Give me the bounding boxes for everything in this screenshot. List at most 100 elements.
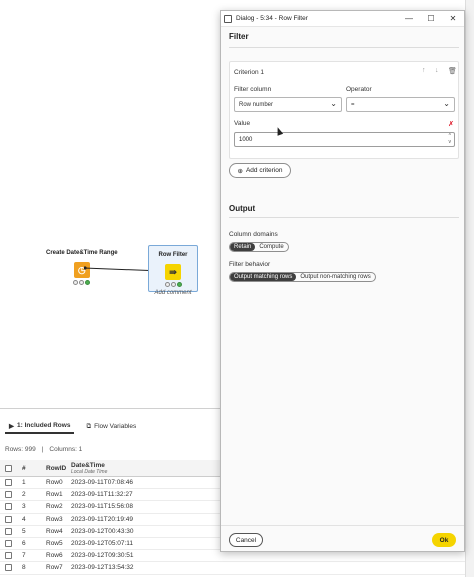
rows-count: Rows: 999 (5, 446, 36, 453)
move-up-icon[interactable]: ↑ (422, 67, 426, 74)
plus-circle-icon: ⊕ (237, 167, 243, 175)
value-label: Value (234, 120, 251, 127)
row-index: 3 (22, 503, 26, 511)
add-criterion-button[interactable]: ⊕ Add criterion (229, 163, 291, 178)
columns-count: Columns: 1 (49, 446, 83, 453)
row-id: Row5 (46, 540, 63, 548)
rowid-header[interactable]: RowID (46, 465, 71, 472)
right-edge-panel (465, 0, 474, 577)
decrement-icon[interactable]: v (449, 139, 452, 145)
row-index: 1 (22, 479, 26, 487)
tab-label: 1: Included Rows (17, 422, 71, 429)
filter-column-label: Filter column (234, 86, 272, 93)
separator: | (41, 446, 44, 453)
row-datetime: 2023-09-12T05:07:11 (71, 540, 134, 548)
row-checkbox[interactable] (5, 491, 12, 499)
row-id: Row7 (46, 564, 63, 572)
criterion-name: Criterion 1 (234, 69, 264, 76)
filter-behavior-label: Filter behavior (229, 261, 271, 268)
ok-button[interactable]: Ok (432, 533, 456, 547)
operator-label: Operator (346, 86, 372, 93)
play-icon: ▶ (9, 422, 14, 430)
reset-icon[interactable]: ✗ (448, 120, 454, 128)
non-matching-rows-option[interactable]: Output non-matching rows (296, 273, 374, 281)
table-row[interactable]: 8 Row7 2023-09-12T13:54:32 (0, 562, 474, 575)
row-id: Row2 (46, 503, 63, 511)
row-datetime: 2023-09-12T00:43:30 (71, 527, 134, 535)
tab-flow-variables[interactable]: ⧉ Flow Variables (82, 419, 140, 434)
select-all-checkbox[interactable] (5, 464, 12, 472)
node-title: Row Filter (158, 252, 188, 258)
node-row-filter[interactable]: Row Filter ⇛ Add comment (148, 252, 198, 296)
chevron-down-icon: ⌄ (443, 99, 450, 108)
tab-included-rows[interactable]: ▶ 1: Included Rows (5, 419, 75, 434)
compute-option[interactable]: Compute (255, 243, 287, 251)
value-spinner[interactable]: ^ v (449, 133, 452, 145)
status-port (79, 280, 85, 285)
column-domains-toggle[interactable]: Retain Compute (229, 242, 289, 252)
status-port (170, 282, 176, 287)
operator-value: = (351, 101, 355, 108)
criterion-card: Criterion 1 ↑ ↓ 🗑 Filter column Row numb… (229, 61, 459, 159)
maximize-icon[interactable]: ☐ (420, 14, 442, 23)
output-section-title: Output (229, 204, 256, 213)
status-port-green (85, 280, 91, 285)
filter-column-select[interactable]: Row number ⌄ (234, 97, 342, 112)
tab-label: Flow Variables (94, 423, 137, 430)
row-datetime: 2023-09-11T20:19:49 (71, 515, 134, 523)
dialog-title: Dialog - 5:34 - Row Filter (236, 15, 308, 22)
value-input[interactable]: 1000 ^ v (234, 132, 455, 147)
row-checkbox[interactable] (5, 503, 12, 511)
row-checkbox[interactable] (5, 515, 12, 523)
row-datetime: 2023-09-11T15:56:08 (71, 503, 134, 511)
minimize-icon[interactable]: — (398, 14, 420, 23)
row-checkbox[interactable] (5, 479, 12, 487)
row-index: 8 (22, 564, 26, 572)
flow-variable-icon: ⧉ (86, 422, 92, 430)
row-datetime: 2023-09-11T07:08:46 (71, 479, 134, 487)
row-filter-dialog: Dialog - 5:34 - Row Filter — ☐ ✕ Filter … (220, 10, 465, 552)
index-header: # (22, 464, 26, 472)
operator-select[interactable]: = ⌄ (346, 97, 455, 112)
delete-icon[interactable]: 🗑 (448, 67, 457, 75)
row-id: Row4 (46, 527, 63, 535)
row-datetime: 2023-09-12T09:30:51 (71, 552, 134, 560)
status-port (164, 282, 170, 287)
row-index: 5 (22, 527, 26, 535)
datetime-header-type: Local Date Time (71, 468, 108, 475)
filter-behavior-toggle[interactable]: Output matching rows Output non-matching… (229, 272, 376, 282)
table-summary: Rows: 999 | Columns: 1 (5, 446, 82, 453)
dialog-footer: Cancel Ok (221, 525, 464, 551)
row-id: Row3 (46, 515, 63, 523)
row-checkbox[interactable] (5, 564, 12, 572)
matching-rows-option[interactable]: Output matching rows (230, 273, 297, 281)
row-checkbox[interactable] (5, 552, 12, 560)
row-checkbox[interactable] (5, 540, 12, 548)
node-title: Create Date&Time Range (46, 250, 118, 256)
row-checkbox[interactable] (5, 527, 12, 535)
row-datetime: 2023-09-11T11:32:27 (71, 491, 133, 499)
row-index: 7 (22, 552, 26, 560)
row-id: Row1 (46, 491, 63, 499)
value-text: 1000 (239, 136, 253, 143)
filter-section-title: Filter (229, 32, 249, 41)
close-icon[interactable]: ✕ (442, 14, 464, 23)
row-id: Row0 (46, 479, 63, 487)
move-down-icon[interactable]: ↓ (435, 67, 439, 74)
datetime-header[interactable]: Date&Time Local Date Time (71, 462, 107, 475)
node-status-ports (46, 280, 118, 285)
cancel-button[interactable]: Cancel (229, 533, 263, 547)
output-tabs: ▶ 1: Included Rows ⧉ Flow Variables (0, 419, 140, 434)
row-index: 6 (22, 540, 26, 548)
add-comment-link[interactable]: Add comment (148, 290, 198, 296)
row-index: 4 (22, 515, 26, 523)
app-window: Create Date&Time Range ◷ Row Filter ⇛ Ad… (0, 0, 474, 577)
dialog-titlebar[interactable]: Dialog - 5:34 - Row Filter — ☐ ✕ (221, 11, 464, 27)
section-divider (229, 217, 459, 218)
row-id: Row6 (46, 552, 63, 560)
filter-node-icon[interactable]: ⇛ (165, 264, 181, 280)
status-port (73, 280, 79, 285)
column-domains-label: Column domains (229, 231, 278, 238)
datetime-header-name: Date&Time (71, 461, 105, 469)
retain-option[interactable]: Retain (230, 243, 256, 251)
